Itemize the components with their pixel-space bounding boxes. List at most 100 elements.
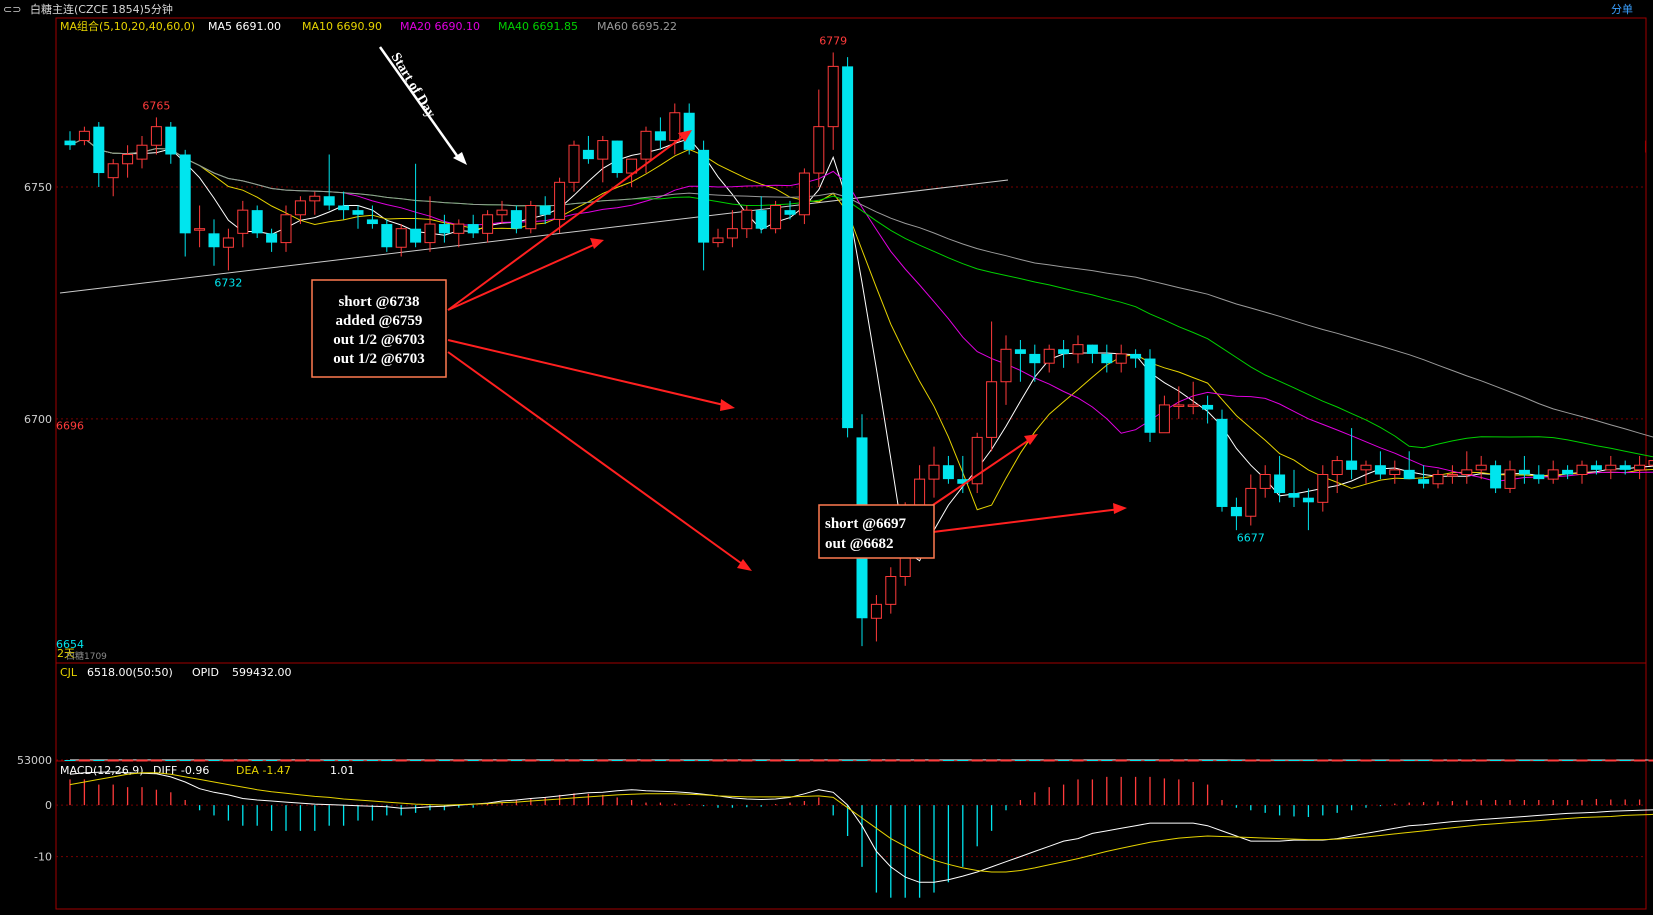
volume-bar: [770, 759, 782, 762]
volume-legend-name: CJL: [60, 666, 78, 679]
candle-up: [294, 200, 306, 216]
volume-bar: [1331, 759, 1343, 762]
candle-up: [136, 144, 148, 160]
volume-bar: [640, 759, 652, 762]
volume-bar: [395, 759, 407, 762]
volume-bar: [1360, 759, 1372, 762]
start-of-day-arrow-shaft: [378, 46, 462, 161]
volume-bar: [1634, 759, 1646, 762]
candle-down: [654, 131, 666, 141]
macd-legend-name: MACD(12,26,9): [60, 764, 144, 777]
volume-bar: [827, 759, 839, 762]
candle-down: [179, 154, 191, 234]
candle-down: [352, 210, 364, 215]
candle-up: [813, 126, 825, 174]
volume-bar: [1490, 759, 1502, 761]
candle-up: [1173, 404, 1185, 407]
candle-down: [1418, 479, 1430, 484]
volume-bar: [1619, 759, 1631, 761]
volume-bar: [222, 759, 234, 762]
candle-up: [885, 576, 897, 605]
candle-up: [222, 237, 234, 248]
volume-bar: [482, 759, 494, 762]
ma-legend-ma40: MA40 6691.85: [498, 20, 578, 33]
volume-bar: [755, 759, 767, 761]
volume-bar: [1043, 759, 1055, 762]
right-sidebar-edge-icon[interactable]: ▏: [1644, 140, 1653, 153]
price-label-low: 6677: [1237, 532, 1265, 545]
volume-bar: [813, 759, 825, 762]
arrow-out-half-2: [447, 351, 746, 567]
candle-up: [194, 228, 206, 231]
candle-down: [611, 140, 623, 174]
candle-up: [395, 228, 407, 248]
volume-bar: [1590, 759, 1602, 761]
volume-bar: [78, 759, 90, 762]
candle-down: [1533, 474, 1545, 480]
candle-up: [597, 140, 609, 160]
candle-up: [1605, 464, 1617, 471]
candle-up: [1000, 348, 1012, 383]
candle-down: [1490, 465, 1502, 489]
candle-up: [122, 153, 134, 165]
candle-up: [1245, 487, 1257, 517]
volume-legend-value: 6518.00(50:50): [87, 666, 173, 679]
volume-bar: [410, 759, 422, 761]
candle-up: [1158, 404, 1170, 434]
ma-legend-group: MA组合(5,10,20,40,60,0): [60, 19, 195, 33]
candle-up: [1504, 469, 1516, 489]
volume-bar: [525, 759, 537, 762]
volume-bar: [626, 759, 638, 762]
volume-bar: [597, 759, 609, 762]
candle-up: [1115, 353, 1127, 364]
arrow-out-half-1-head: [720, 399, 735, 411]
volume-legend-opid-label: OPID: [192, 666, 219, 679]
volume-bar: [842, 759, 854, 761]
volume-bar: [928, 759, 940, 762]
volume-bar: [1230, 759, 1242, 761]
volume-bar: [179, 759, 191, 761]
candle-down: [323, 196, 335, 206]
candle-down: [1230, 506, 1242, 517]
volume-bar: [957, 759, 969, 761]
volume-bar: [136, 759, 148, 762]
volume-bar: [338, 759, 350, 761]
volume-bar: [467, 759, 479, 761]
candle-up: [798, 172, 810, 216]
volume-bar: [1576, 759, 1588, 762]
volume-bar: [582, 759, 594, 761]
trend-line[interactable]: [59, 179, 1009, 294]
volume-bar: [1216, 759, 1228, 761]
candle-up: [1576, 464, 1588, 475]
volume-bar: [122, 759, 134, 762]
volume-bar: [323, 759, 335, 761]
volume-bar: [1504, 759, 1516, 762]
candle-down: [1101, 353, 1113, 364]
ma-legend-ma60: MA60 6695.22: [597, 20, 677, 33]
volume-bar: [1648, 759, 1653, 762]
volume-bar: [914, 759, 926, 762]
start-of-day-label: Start of Day: [388, 50, 439, 120]
volume-bar: [251, 759, 263, 761]
candle-up: [712, 237, 724, 244]
candle-up: [669, 112, 681, 142]
candle-up: [1475, 464, 1487, 471]
candle-up: [741, 209, 753, 230]
candle-down: [1403, 469, 1415, 480]
volume-bar: [107, 759, 119, 762]
candle-up: [1648, 460, 1653, 466]
y-axis-labels: 6750 6700 53000 0 -10: [17, 181, 52, 864]
candle-down: [1144, 358, 1156, 433]
volume-bar: [294, 759, 306, 762]
candle-up: [870, 603, 882, 619]
volume-bar: [726, 759, 738, 762]
window-title-prefix-icon[interactable]: ⊂⊃: [3, 3, 21, 16]
candle-down: [381, 224, 393, 248]
chart-canvas[interactable]: ⊂⊃ 白糖主连(CZCE 1854)5分钟 分单 ▏ MA组合(5,10,20,…: [0, 0, 1653, 915]
candle-up: [496, 209, 508, 216]
candle-up: [554, 181, 566, 220]
volume-bar: [986, 759, 998, 762]
volume-bar: [453, 759, 465, 762]
corner-label[interactable]: 分单: [1611, 3, 1633, 16]
candle-up: [482, 214, 494, 234]
